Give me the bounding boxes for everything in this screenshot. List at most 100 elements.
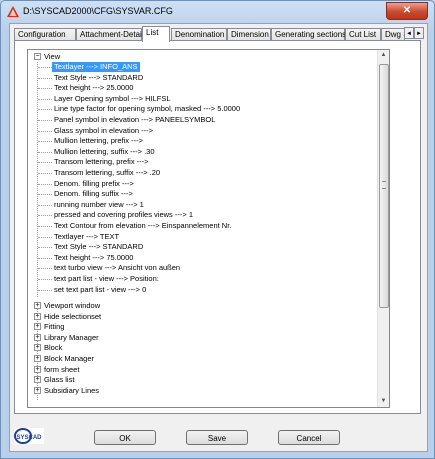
tab-strip: Configuration Attachment-Details List De…	[14, 26, 424, 42]
tab-denomination[interactable]: Denomination	[171, 28, 227, 40]
tree-item-label[interactable]: Text height ---> 25.0000	[54, 83, 133, 93]
tree-connector	[38, 141, 52, 143]
tree-connector	[38, 215, 52, 217]
expand-icon[interactable]: +	[34, 333, 41, 341]
arrow-down-icon: ▼	[380, 398, 387, 404]
collapse-icon[interactable]: −	[34, 53, 41, 60]
dialog-footer: SYSCAD OK Save Cancel	[10, 416, 427, 451]
tree-node-label[interactable]: Block	[44, 343, 62, 353]
tree-node-label[interactable]: Glass list	[44, 375, 74, 385]
tree-item-label[interactable]: Denom. filling prefix --->	[54, 179, 134, 189]
tab-scroll-left-button[interactable]: ◄	[404, 27, 414, 39]
tree-item-label[interactable]: Transom lettering, prefix --->	[54, 157, 149, 167]
save-button[interactable]: Save	[186, 430, 248, 445]
tree-connector	[38, 226, 52, 227]
tree-node-label[interactable]: Block Manager	[44, 354, 94, 364]
tree-connector	[38, 120, 52, 121]
ok-button[interactable]: OK	[94, 430, 156, 445]
tree-item-label[interactable]: Panel symbol in elevation ---> PANEELSYM…	[54, 115, 215, 125]
scroll-up-button[interactable]: ▲	[378, 50, 389, 61]
tree-item-label[interactable]: Text height ---> 75.0000	[54, 253, 133, 263]
tree-connector	[38, 204, 52, 206]
close-button[interactable]: ✕	[386, 2, 428, 20]
arrow-right-icon: ►	[416, 31, 422, 37]
scroll-down-button[interactable]: ▼	[378, 396, 389, 407]
tree-connector	[38, 268, 52, 270]
tree-node-label[interactable]: Library Manager	[44, 333, 99, 343]
expand-icon[interactable]: +	[34, 386, 41, 394]
tree-item-label[interactable]: Textlayer ---> TEXT	[54, 232, 119, 242]
tree-connector	[38, 236, 52, 238]
tree-node-label[interactable]: form sheet	[44, 365, 79, 375]
tree-item-label[interactable]: text part list - view ---> Position:	[54, 274, 159, 284]
tree-connector	[38, 98, 52, 100]
tree-connector	[38, 279, 52, 280]
tree-item-label[interactable]: Transom lettering, suffix ---> .20	[54, 168, 160, 178]
tree-connector	[37, 62, 38, 297]
tree-node-label[interactable]: Viewport window	[44, 301, 100, 311]
close-icon: ✕	[402, 5, 412, 16]
tab-configuration[interactable]: Configuration	[14, 28, 76, 40]
tree-scrollbar[interactable]: ▲ ▼	[377, 50, 389, 407]
tab-dimension[interactable]: Dimension	[227, 28, 271, 40]
tree-node-label[interactable]: Subsidiary Lines	[44, 386, 99, 396]
grip-icon	[382, 181, 386, 189]
tree-connector	[38, 88, 52, 90]
tree-item-label[interactable]: Mullion lettering, suffix ---> .30	[54, 147, 155, 157]
tree-connector	[38, 130, 52, 132]
tree-item-label[interactable]: Denom. filling suffix --->	[54, 189, 133, 199]
tree-item-label[interactable]: Mullion lettering, prefix --->	[54, 136, 143, 146]
tree-node-label[interactable]: Hide selectionset	[44, 312, 101, 322]
tree-connector	[38, 194, 52, 196]
tree-connector	[38, 173, 52, 174]
tab-generating-sections[interactable]: Generating sections	[271, 28, 346, 40]
scroll-thumb[interactable]	[379, 64, 389, 308]
tree-node-label[interactable]: View	[44, 52, 60, 62]
tree-connector	[38, 67, 52, 68]
tab-scroll-right-button[interactable]: ►	[414, 27, 424, 39]
list-tab-panel: − View Textlayer ---> INFO_ANS Text Style…	[14, 40, 421, 414]
tree-connector	[38, 289, 52, 291]
settings-tree[interactable]: − View Textlayer ---> INFO_ANS Text Style…	[27, 49, 390, 408]
selected-tree-item-label[interactable]: Textlayer ---> INFO_ANS	[52, 62, 140, 72]
tab-dwg-settings[interactable]: Dwg S	[381, 28, 405, 40]
logo-text: SYSCAD	[16, 435, 42, 441]
tree-item-label[interactable]: Text Style ---> STANDARD	[54, 73, 143, 83]
tree-connector	[38, 151, 52, 153]
window-title: D:\SYSCAD2000\CFG\SYSVAR.CFG	[23, 6, 173, 16]
dialog-client: Configuration Attachment-Details List De…	[9, 23, 428, 452]
tree-item-label[interactable]: set text part list - view ---> 0	[54, 285, 146, 295]
expand-icon[interactable]: +	[34, 323, 41, 331]
tree-item-label[interactable]: Text Style ---> STANDARD	[54, 242, 143, 252]
expand-icon[interactable]: +	[34, 312, 41, 320]
tab-attachment-details[interactable]: Attachment-Details	[76, 28, 148, 40]
syscad-logo: SYSCAD	[14, 428, 44, 444]
expand-icon[interactable]: +	[34, 302, 41, 309]
expand-icon[interactable]: +	[34, 376, 41, 384]
tree-item-label[interactable]: pressed and covering profiles views --->…	[54, 210, 193, 220]
tree-item-label[interactable]: Text Contour from elevation ---> Einspan…	[54, 221, 231, 231]
cancel-button[interactable]: Cancel	[278, 430, 340, 445]
tree-connector	[38, 77, 52, 79]
tree-item-label[interactable]: running number view ---> 1	[54, 200, 144, 210]
arrow-up-icon: ▲	[380, 52, 387, 58]
tree-connector	[38, 183, 52, 185]
tree-connector	[38, 162, 52, 164]
tree-connector	[38, 247, 52, 249]
expand-icon[interactable]: +	[34, 355, 41, 362]
tree-item-label[interactable]: Layer Opening symbol ---> HILFSL	[54, 94, 171, 104]
title-bar[interactable]: D:\SYSCAD2000\CFG\SYSVAR.CFG ✕	[1, 1, 434, 23]
dialog-window: D:\SYSCAD2000\CFG\SYSVAR.CFG ✕ Configura…	[0, 0, 435, 459]
tree-item-label[interactable]: Glass symbol in elevation --->	[54, 126, 153, 136]
tree-node-label[interactable]: Fitting	[44, 322, 64, 332]
tree-item-label[interactable]: Line type factor for opening symbol, mas…	[54, 104, 240, 114]
app-icon	[7, 6, 19, 17]
arrow-left-icon: ◄	[406, 31, 412, 37]
tree-item-label[interactable]: text turbo view ---> Ansicht von außen	[54, 263, 180, 273]
tab-cut-list[interactable]: Cut List	[345, 28, 381, 40]
tab-list[interactable]: List	[142, 26, 170, 42]
expand-icon[interactable]: +	[34, 365, 41, 373]
tree-connector	[38, 109, 52, 111]
tree-connector	[38, 257, 52, 259]
expand-icon[interactable]: +	[34, 344, 41, 352]
